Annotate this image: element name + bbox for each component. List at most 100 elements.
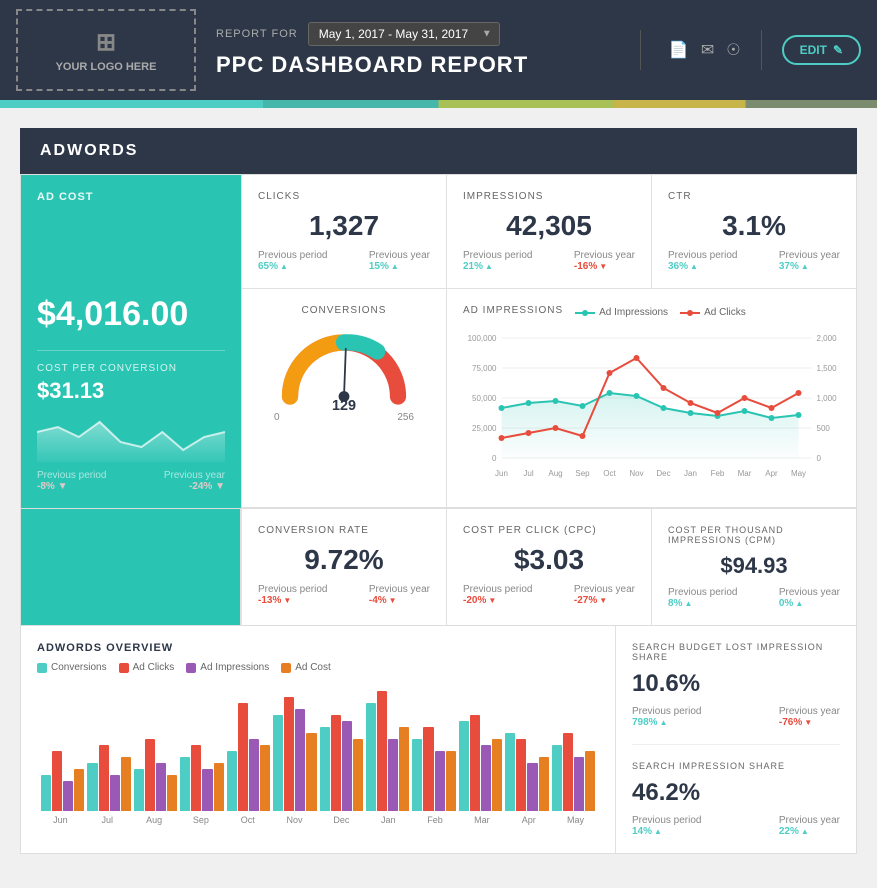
bar — [459, 721, 469, 811]
svg-text:1,000: 1,000 — [817, 394, 838, 403]
month-label: Jul — [84, 815, 131, 825]
month-group — [180, 745, 223, 811]
conversion-rate-value: 9.72% — [258, 544, 430, 576]
logo-box: ⊞ YOUR LOGO HERE — [16, 9, 196, 91]
cpm-label: COST PER THOUSAND IMPRESSIONS (CPM) — [668, 525, 840, 545]
bar — [273, 715, 283, 811]
sparkline-svg — [37, 412, 225, 462]
ctr-label: CTR — [668, 191, 840, 202]
svg-text:Jan: Jan — [684, 469, 697, 478]
bar — [552, 745, 562, 811]
bar — [284, 697, 294, 811]
cpc-prev: Previous period -20% Previous year -27% — [463, 584, 635, 606]
bar — [505, 733, 515, 811]
legend-dot-impressions — [186, 663, 196, 673]
bar — [353, 739, 363, 811]
impressions-prev-period: 21% — [463, 261, 532, 272]
bar — [399, 727, 409, 811]
check-icon[interactable]: ☉ — [726, 40, 740, 60]
conversion-rate-prev: Previous period -13% Previous year -4% — [258, 584, 430, 606]
month-group — [366, 691, 409, 811]
bar — [563, 733, 573, 811]
impressions-label: IMPRESSIONS — [463, 191, 635, 202]
line-chart-svg: 100,000 75,000 50,000 25,000 0 2,000 1,5… — [463, 328, 840, 488]
impressions-prev-row: Previous period 21% Previous year -16% — [463, 250, 635, 272]
bar — [342, 721, 352, 811]
bar-chart — [37, 681, 599, 811]
month-label: Jun — [37, 815, 84, 825]
adwords-top-grid: AD COST $4,016.00 COST PER CONVERSION $3… — [20, 174, 857, 509]
legend-ad-impressions: Ad Impressions — [186, 662, 269, 673]
date-selector-wrapper[interactable]: May 1, 2017 - May 31, 2017 — [308, 22, 500, 46]
impressions-block: IMPRESSIONS 42,305 Previous period 21% P… — [446, 175, 651, 289]
bar — [180, 757, 190, 811]
cr-prev-period: -13% — [258, 595, 327, 606]
ad-cost-prev-year-val: -24% ▼ — [164, 481, 225, 492]
search-budget-label: SEARCH BUDGET LOST IMPRESSION SHARE — [632, 642, 840, 662]
conversion-rate-block: CONVERSION RATE 9.72% Previous period -1… — [241, 509, 446, 625]
month-label: Nov — [271, 815, 318, 825]
svg-text:Jul: Jul — [523, 469, 533, 478]
svg-text:500: 500 — [817, 424, 831, 433]
month-label: Apr — [505, 815, 552, 825]
cpc-block: COST PER CLICK (CPC) $3.03 Previous peri… — [446, 509, 651, 625]
svg-text:1,500: 1,500 — [817, 364, 838, 373]
month-label: Feb — [412, 815, 459, 825]
main-content: ADWORDS AD COST $4,016.00 COST PER CONVE… — [0, 108, 877, 874]
bar — [470, 715, 480, 811]
legend-impressions: Ad Impressions — [575, 307, 668, 318]
bar — [412, 739, 422, 811]
month-group — [41, 751, 84, 811]
pencil-icon: ✎ — [833, 43, 843, 57]
svg-text:Mar: Mar — [738, 469, 752, 478]
header-divider — [640, 30, 641, 70]
svg-text:100,000: 100,000 — [468, 334, 497, 343]
clicks-block: CLICKS 1,327 Previous period 65% Previou… — [241, 175, 446, 289]
clicks-label: CLICKS — [258, 191, 430, 202]
svg-text:129: 129 — [332, 398, 356, 410]
clicks-value: 1,327 — [258, 210, 430, 242]
svg-text:Nov: Nov — [629, 469, 643, 478]
bar — [527, 763, 537, 811]
ctr-prev-year: 37% — [779, 261, 840, 272]
bar — [423, 727, 433, 811]
cost-per-label: COST PER CONVERSION — [37, 363, 225, 374]
bar — [585, 751, 595, 811]
bar — [156, 763, 166, 811]
cpm-prev: Previous period 8% Previous year 0% — [668, 587, 840, 609]
cpm-prev-year: 0% — [779, 598, 840, 609]
edit-button[interactable]: EDIT ✎ — [782, 35, 861, 65]
impressions-value: 42,305 — [463, 210, 635, 242]
bar — [63, 781, 73, 811]
month-label: May — [552, 815, 599, 825]
search-impression-value: 46.2% — [632, 779, 840, 807]
month-group — [87, 745, 130, 811]
bar — [331, 715, 341, 811]
metrics-row-2: CONVERSION RATE 9.72% Previous period -1… — [20, 509, 857, 626]
month-group — [273, 697, 316, 811]
download-icon[interactable]: 📄 — [669, 40, 689, 60]
svg-text:May: May — [791, 469, 806, 478]
date-range-select[interactable]: May 1, 2017 - May 31, 2017 — [308, 22, 500, 46]
conversion-rate-label: CONVERSION RATE — [258, 525, 430, 536]
bar — [435, 751, 445, 811]
bar — [260, 745, 270, 811]
color-strip — [0, 100, 877, 108]
legend-conversions: Conversions — [37, 662, 107, 673]
search-impression-block: SEARCH IMPRESSION SHARE 46.2% Previous p… — [632, 761, 840, 837]
bar — [295, 709, 305, 811]
month-label: Jan — [365, 815, 412, 825]
search-budget-value: 10.6% — [632, 670, 840, 698]
impressions-prev-year: -16% — [574, 261, 635, 272]
ad-impressions-label: AD IMPRESSIONS — [463, 305, 563, 316]
svg-text:25,000: 25,000 — [472, 424, 497, 433]
month-label: Mar — [458, 815, 505, 825]
legend-ad-clicks: Ad Clicks — [119, 662, 175, 673]
ad-cost-prev-year-label: Previous year — [164, 470, 225, 481]
email-icon[interactable]: ✉ — [701, 40, 714, 60]
mini-chart — [37, 412, 225, 462]
month-group — [459, 715, 502, 811]
bar — [516, 739, 526, 811]
svg-text:0: 0 — [817, 454, 822, 463]
cpc-value: $3.03 — [463, 544, 635, 576]
